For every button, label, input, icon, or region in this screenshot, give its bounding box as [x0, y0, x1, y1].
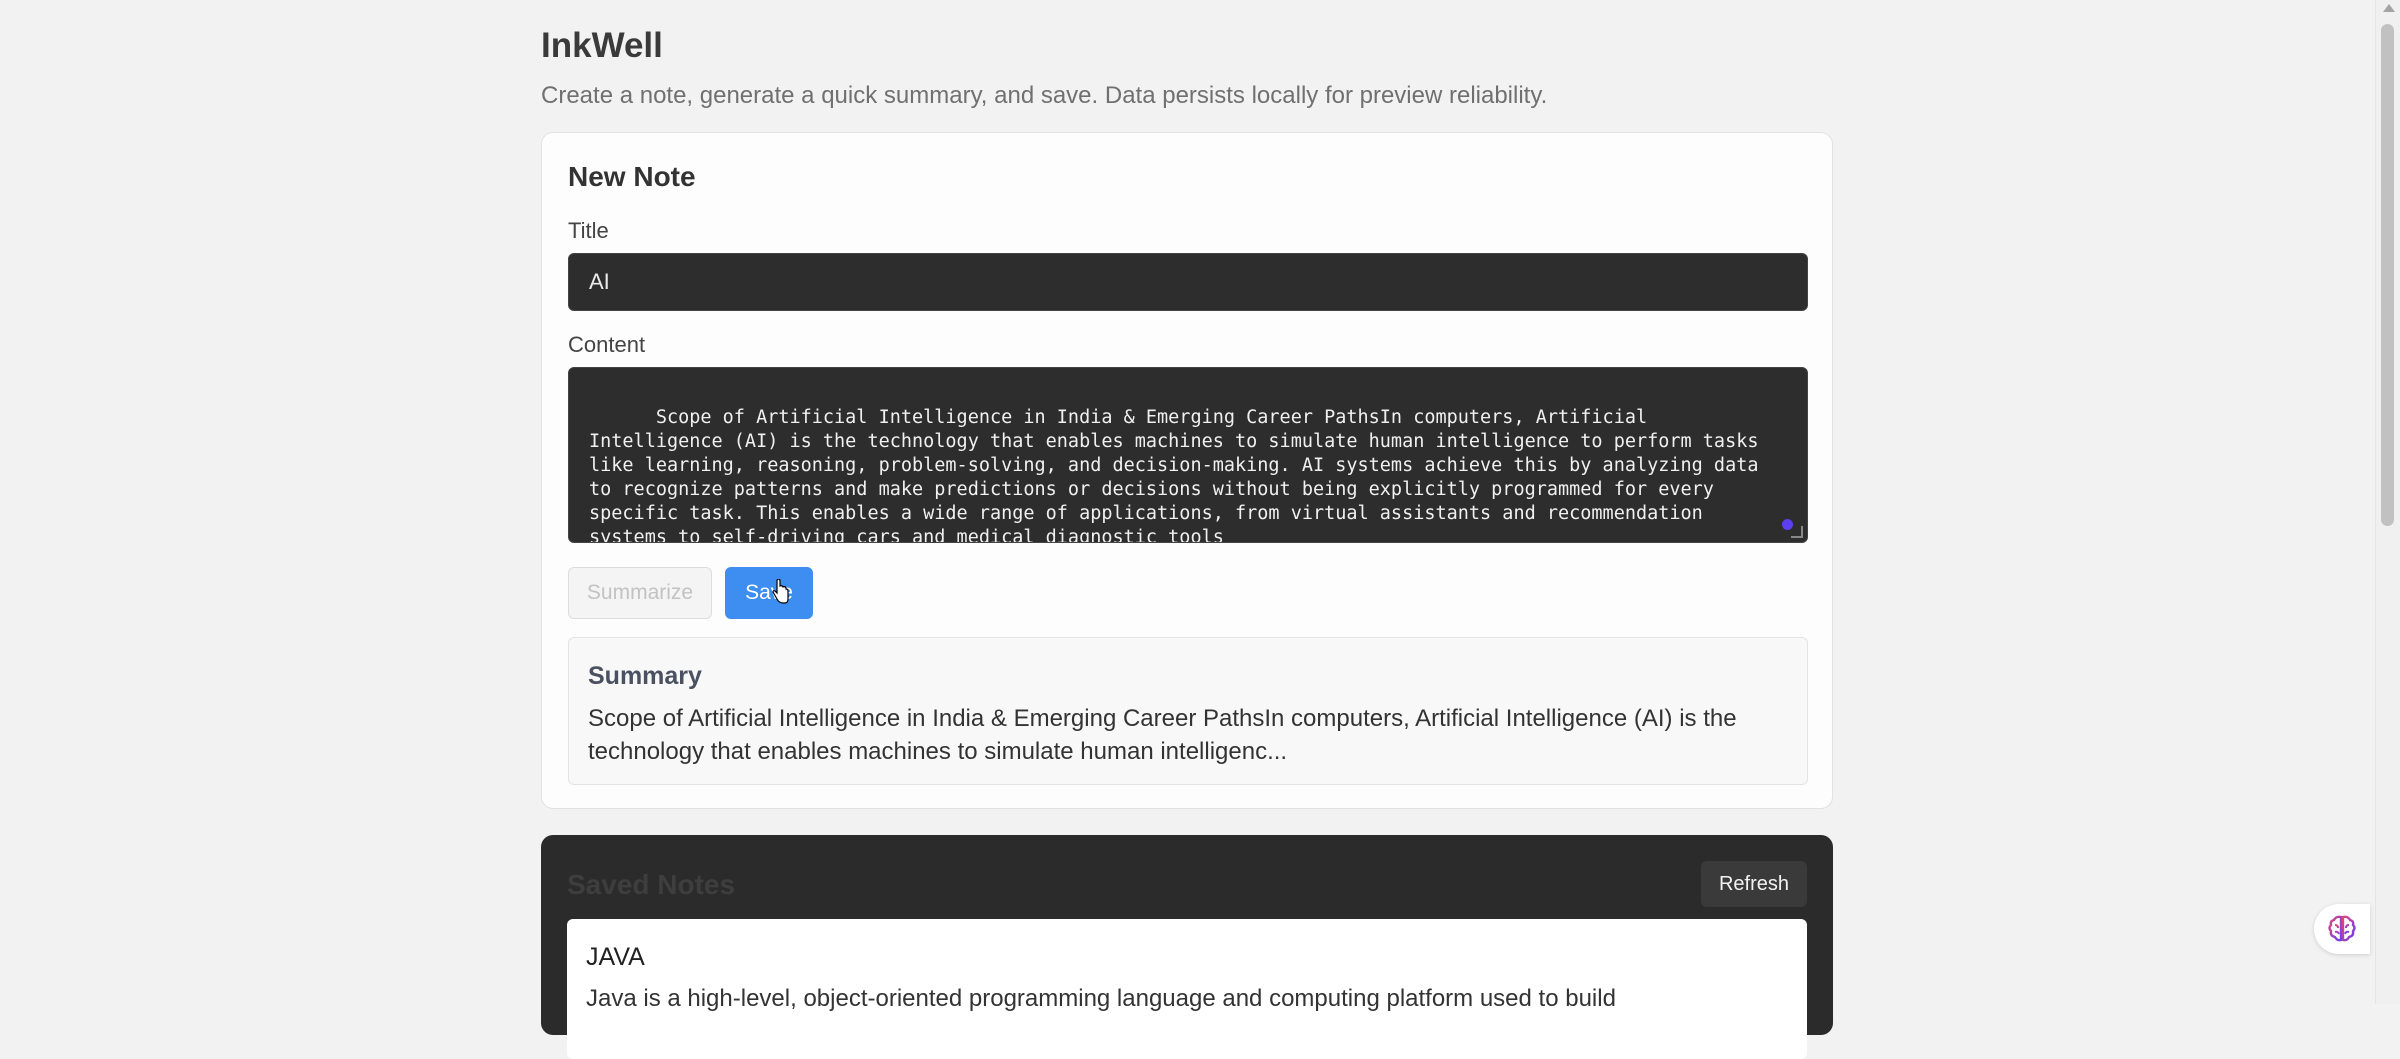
brain-icon [2328, 915, 2356, 942]
refresh-button[interactable]: Refresh [1701, 861, 1807, 907]
app-subtitle: Create a note, generate a quick summary,… [541, 82, 1548, 109]
scroll-up-arrow-icon[interactable] [2383, 4, 2395, 12]
saved-notes-panel: Saved Notes Refresh JAVA Java is a high-… [541, 835, 1833, 1059]
saved-note-preview: Java is a high-level, object-oriented pr… [586, 985, 1616, 1012]
new-note-card: New Note Title AI Content Scope of Artif… [541, 132, 1833, 809]
saved-note-item[interactable]: JAVA Java is a high-level, object-orient… [567, 919, 1807, 1059]
summary-panel: Summary Scope of Artificial Intelligence… [568, 637, 1808, 785]
title-label: Title [568, 218, 609, 243]
title-input[interactable]: AI [568, 253, 1808, 311]
new-note-heading: New Note [568, 161, 696, 192]
scroll-thumb[interactable] [2381, 24, 2394, 526]
saved-notes-heading: Saved Notes [567, 869, 736, 900]
summary-text: Scope of Artificial Intelligence in Indi… [588, 705, 1737, 765]
vertical-scrollbar[interactable] [2375, 0, 2400, 1004]
save-button[interactable]: Save [725, 567, 813, 619]
summary-heading: Summary [588, 662, 702, 690]
content-label: Content [568, 332, 646, 357]
pointer-cursor-icon [772, 579, 789, 604]
content-textarea[interactable]: Scope of Artificial Intelligence in Indi… [568, 367, 1808, 543]
resize-handle-icon[interactable] [1791, 526, 1803, 538]
saved-note-title: JAVA [586, 943, 645, 971]
assistant-extension-button[interactable] [2314, 904, 2370, 954]
content-text: Scope of Artificial Intelligence in Indi… [589, 407, 1770, 543]
app-title: InkWell [541, 26, 663, 65]
summarize-button[interactable]: Summarize [568, 567, 712, 619]
